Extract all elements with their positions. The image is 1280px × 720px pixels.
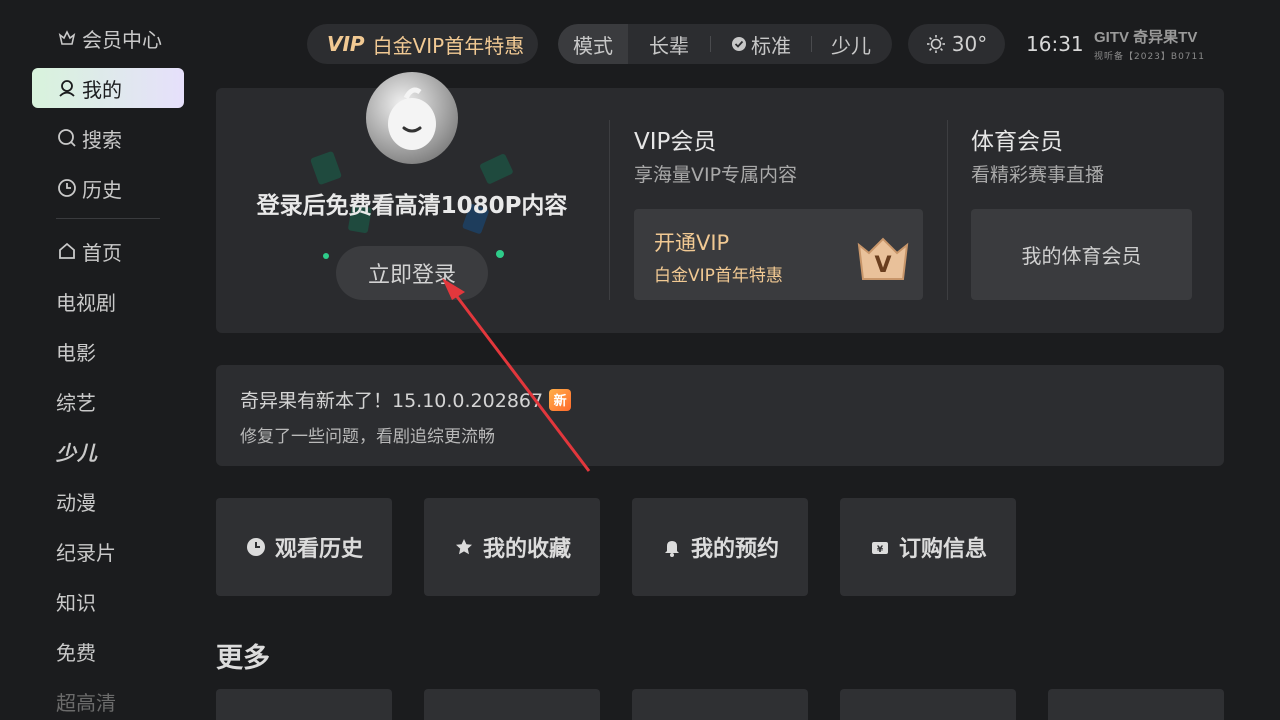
logo-text: GITV 奇异果TV: [1094, 29, 1198, 46]
tile-label: 我的收藏: [482, 537, 571, 562]
sidebar-item-label: 免费: [56, 640, 96, 665]
weather-pill[interactable]: 30°: [908, 24, 1005, 64]
sidebar-item-label: 搜索: [82, 127, 122, 152]
sidebar-item-label: 首页: [82, 240, 122, 265]
sport-section-title: 体育会员: [971, 129, 1063, 155]
check-icon: [731, 36, 747, 52]
brand-logo: GITV 奇异果TV 视听备【2023】B0711: [1094, 26, 1226, 62]
divider: [609, 120, 610, 300]
sidebar-item-label: 动漫: [56, 490, 96, 515]
tile-label: 我的预约: [690, 537, 779, 562]
tile-my-reservations[interactable]: 我的预约: [632, 498, 808, 596]
bell-icon: [661, 536, 683, 558]
tile-my-favorites[interactable]: 我的收藏: [424, 498, 600, 596]
sidebar-item-variety[interactable]: 综艺: [32, 381, 184, 421]
login-prompt: 登录后免费看高清1080P内容: [256, 193, 568, 219]
sidebar-item-movie[interactable]: 电影: [32, 331, 184, 371]
my-sport-membership-button[interactable]: 我的体育会员: [971, 209, 1192, 300]
sidebar-item-uhd[interactable]: 超高清: [32, 681, 184, 720]
sidebar-item-vip-center[interactable]: 会员中心: [32, 18, 184, 58]
weather-temp: 30°: [951, 32, 988, 56]
tile-label: 观看历史: [274, 537, 363, 562]
update-title: 奇异果有新本了！15.10.0.202867: [240, 390, 544, 412]
more-tile[interactable]: [840, 689, 1016, 720]
sidebar-item-knowledge[interactable]: 知识: [32, 581, 184, 621]
sidebar-item-label: 电视剧: [56, 290, 116, 315]
account-hero-card: 登录后免费看高清1080P内容 立即登录 VIP会员 享海量VIP专属内容 开通…: [216, 72, 1224, 333]
mode-kids-label: 少儿: [831, 33, 871, 58]
sun-icon: [926, 34, 946, 54]
more-tile[interactable]: [216, 689, 392, 720]
mode-elder[interactable]: 长辈: [628, 24, 710, 64]
clock-icon: [245, 536, 267, 558]
sidebar-item-free[interactable]: 免费: [32, 631, 184, 671]
sidebar-item-label: 会员中心: [82, 27, 162, 52]
sidebar-item-label: 纪录片: [56, 540, 116, 565]
mode-elder-label: 长辈: [649, 33, 689, 58]
open-vip-button[interactable]: 开通VIP 白金VIP首年特惠 V: [634, 209, 923, 300]
update-description: 修复了一些问题，看剧追综更流畅: [240, 427, 495, 447]
tile-label: 订购信息: [898, 537, 987, 562]
sidebar-item-label: 历史: [82, 177, 122, 202]
vip-tag: VIP: [327, 32, 365, 56]
ticket-icon: ¥: [869, 536, 891, 558]
svg-text:V: V: [874, 253, 891, 278]
license-text: 视听备【2023】B0711: [1094, 52, 1205, 62]
sport-section-subtitle: 看精彩赛事直播: [971, 164, 1105, 186]
new-badge: 新: [549, 388, 572, 411]
mode-standard[interactable]: 标准: [711, 24, 811, 64]
mode-kids[interactable]: 少儿: [812, 24, 890, 64]
svg-text:¥: ¥: [877, 545, 884, 555]
sidebar-item-documentary[interactable]: 纪录片: [32, 531, 184, 571]
sidebar-divider: [56, 218, 160, 219]
tile-order-info[interactable]: ¥ 订购信息: [840, 498, 1016, 596]
sidebar-item-home[interactable]: 首页: [32, 231, 184, 271]
sidebar-item-search[interactable]: 搜索: [32, 118, 184, 158]
sidebar-item-label: 电影: [56, 340, 96, 365]
sidebar: 会员中心 我的 搜索 历史 首页 电视剧 电影 综艺 少儿 动漫 纪录片 知识 …: [32, 18, 184, 720]
sidebar-item-anime[interactable]: 动漫: [32, 481, 184, 521]
login-button[interactable]: 立即登录: [336, 246, 488, 300]
clock-icon: [56, 177, 78, 199]
star-icon: [453, 536, 475, 558]
update-title-row: 奇异果有新本了！15.10.0.202867 新: [240, 386, 572, 413]
vip-section-title: VIP会员: [634, 129, 717, 155]
mode-standard-label: 标准: [751, 33, 791, 58]
home-icon: [56, 240, 78, 262]
search-icon: [56, 127, 78, 149]
crown-icon: [56, 27, 78, 49]
sidebar-item-kids[interactable]: 少儿: [32, 431, 184, 471]
sidebar-item-label: 综艺: [56, 390, 96, 415]
more-tile[interactable]: [424, 689, 600, 720]
more-tile[interactable]: [632, 689, 808, 720]
vip-section-subtitle: 享海量VIP专属内容: [634, 164, 798, 186]
sidebar-item-label: 超高清: [56, 690, 116, 715]
user-icon: [56, 77, 78, 99]
more-section-title: 更多: [216, 643, 270, 674]
more-tile[interactable]: [1048, 689, 1224, 720]
open-vip-promo: 白金VIP首年特惠: [654, 266, 783, 286]
sidebar-item-label: 少儿: [56, 440, 98, 465]
divider: [947, 120, 948, 300]
vip-promo-pill[interactable]: VIP 白金VIP首年特惠: [307, 24, 538, 64]
sidebar-item-tv[interactable]: 电视剧: [32, 281, 184, 321]
sidebar-item-mine[interactable]: 我的: [32, 68, 184, 108]
mode-label: 模式: [558, 24, 628, 64]
mode-switcher: 模式 长辈 标准 少儿: [558, 24, 892, 64]
clock-time: 16:31: [1026, 32, 1084, 56]
update-notice[interactable]: 奇异果有新本了！15.10.0.202867 新 修复了一些问题，看剧追综更流畅: [216, 365, 1224, 466]
sidebar-item-history[interactable]: 历史: [32, 168, 184, 208]
sidebar-item-label: 知识: [56, 590, 96, 615]
vip-promo-text: 白金VIP首年特惠: [372, 33, 525, 58]
tile-watch-history[interactable]: 观看历史: [216, 498, 392, 596]
sidebar-item-label: 我的: [82, 77, 122, 102]
open-vip-label: 开通VIP: [654, 231, 730, 255]
vip-crown-icon: V: [857, 237, 909, 280]
